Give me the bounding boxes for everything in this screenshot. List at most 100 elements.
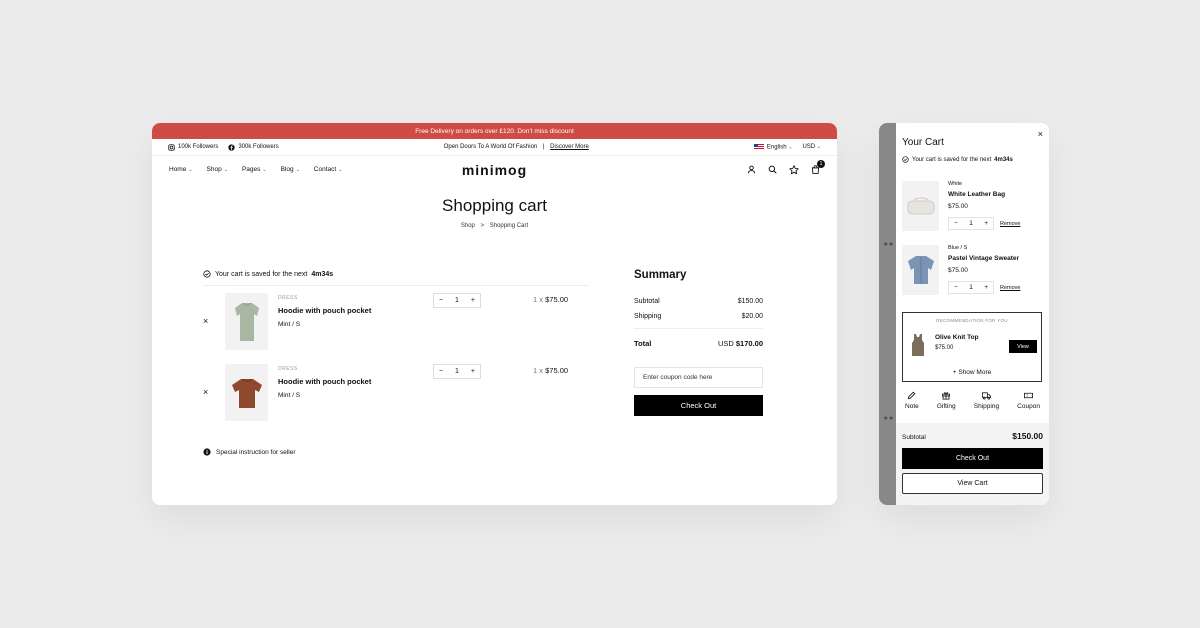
quantity-stepper[interactable]: − 1 + [948, 217, 994, 230]
product-name[interactable]: Hoodie with pouch pocket [278, 377, 371, 386]
product-image[interactable] [902, 181, 939, 231]
total-label: Total [634, 339, 652, 348]
drawer-subtotal-row: Subtotal $150.00 [902, 431, 1043, 441]
breadcrumb-separator: > [480, 223, 485, 229]
decrease-button[interactable]: − [439, 297, 443, 304]
remove-item-icon[interactable]: × [203, 387, 208, 397]
coupon-input[interactable]: Enter coupon code here [634, 367, 763, 388]
language-selector[interactable]: English ⌄ [753, 143, 792, 151]
drawer-checkout-button[interactable]: Check Out [902, 448, 1043, 469]
product-category: DRESS [278, 295, 298, 301]
drawer-title: Your Cart [902, 137, 944, 148]
increase-button[interactable]: + [984, 284, 988, 291]
facebook-link[interactable]: 300k Followers [228, 143, 279, 151]
breadcrumb-shop[interactable]: Shop [461, 223, 475, 229]
quantity-value: 1 [455, 297, 459, 304]
increase-button[interactable]: + [984, 220, 988, 227]
language-label: English [766, 144, 787, 151]
decrease-button[interactable]: − [954, 220, 958, 227]
instagram-link[interactable]: 100k Followers [168, 143, 218, 151]
product-image[interactable] [902, 245, 939, 295]
gifting-tool[interactable]: Gifting [937, 391, 956, 410]
nav-label: Contact [313, 166, 337, 173]
product-variant: White [948, 181, 963, 187]
remove-link[interactable]: Remove [1000, 285, 1020, 291]
subtotal-value: $150.00 [737, 298, 763, 305]
saved-text: Your cart is saved for the next [912, 156, 992, 163]
account-icon[interactable] [747, 165, 756, 174]
nav-item-home[interactable]: Home ⌄ [169, 166, 193, 173]
view-product-button[interactable]: View [1009, 340, 1037, 353]
unit-price: $75.00 [545, 366, 569, 375]
chevron-down-icon: ⌄ [223, 166, 228, 173]
main-nav: Home ⌄ Shop ⌄ Pages ⌄ Blog ⌄ Contact ⌄ minimo… [152, 156, 837, 183]
saved-timer: 4m34s [994, 156, 1013, 163]
check-circle-icon [902, 156, 909, 163]
decrease-button[interactable]: − [954, 284, 958, 291]
wishlist-star-icon[interactable] [789, 164, 799, 175]
increase-button[interactable]: + [471, 297, 475, 304]
recommended-product-price: $75.00 [935, 345, 954, 351]
page-title: Shopping cart [442, 196, 547, 215]
promo-bar[interactable]: Free Delivery on orders over £120. Don’t… [152, 123, 837, 139]
chevron-down-icon: ⌄ [295, 166, 300, 173]
product-name[interactable]: Pastel Vintage Sweater [948, 255, 1019, 262]
nav-item-contact[interactable]: Contact ⌄ [314, 166, 343, 173]
quantity-stepper[interactable]: − 1 + [433, 293, 481, 308]
cart-saved-notice: Your cart is saved for the next 4m34s [203, 270, 589, 286]
total-value: USD $170.00 [718, 339, 763, 348]
nav-label: Home [169, 166, 187, 173]
tool-label: Shipping [973, 403, 1000, 410]
check-circle-icon [203, 270, 211, 278]
breadcrumb: Shop > Shopping Cart [152, 223, 837, 229]
show-more-link[interactable]: + Show More [903, 369, 1041, 376]
page-overlay[interactable]: ★★ ★★ [879, 123, 896, 505]
product-category: DRESS [278, 366, 298, 372]
note-tool[interactable]: Note [905, 391, 919, 410]
cart-drawer-preview: ★★ ★★ × Your Cart Your cart is saved for… [879, 123, 1049, 505]
nav-item-blog[interactable]: Blog ⌄ [281, 166, 300, 173]
remove-link[interactable]: Remove [1000, 221, 1020, 227]
summary-title: Summary [634, 269, 687, 281]
cart-icon[interactable]: 1 [811, 160, 825, 174]
search-icon[interactable] [768, 165, 777, 174]
drawer-footer: Subtotal $150.00 Check Out View Cart [896, 423, 1049, 505]
quantity-stepper[interactable]: − 1 + [948, 281, 994, 294]
shipping-tool[interactable]: Shipping [974, 391, 999, 410]
product-image[interactable] [225, 364, 268, 421]
drawer-saved-notice: Your cart is saved for the next 4m34s [902, 156, 1013, 163]
special-instruction-toggle[interactable]: Special instruction for seller [203, 448, 295, 456]
tool-label: Coupon [1017, 403, 1040, 410]
quantity-value: 1 [455, 368, 459, 375]
checkout-button[interactable]: Check Out [634, 395, 763, 416]
subtotal-label: Subtotal [902, 434, 926, 441]
close-icon[interactable]: × [1038, 129, 1043, 139]
line-price: 1 x $75.00 [533, 366, 568, 375]
nav-item-pages[interactable]: Pages ⌄ [242, 166, 267, 173]
quantity-multiplier: 1 x [533, 366, 544, 375]
coupon-tool[interactable]: Coupon [1017, 391, 1040, 410]
logo[interactable]: minimog [462, 162, 527, 178]
saved-timer: 4m34s [311, 270, 334, 278]
quantity-multiplier: 1 x [533, 295, 544, 304]
quantity-stepper[interactable]: − 1 + [433, 364, 481, 379]
nav-label: Blog [280, 166, 294, 173]
view-cart-button[interactable]: View Cart [902, 473, 1043, 494]
product-name[interactable]: White Leather Bag [948, 191, 1005, 198]
topbar-message-text: Open Doors To A World Of Fashion [443, 144, 538, 150]
discover-more-link[interactable]: Discover More [550, 144, 589, 150]
currency-selector[interactable]: USD ⌄ [802, 144, 821, 150]
topbar-message: Open Doors To A World Of Fashion | Disco… [444, 144, 589, 150]
nav-item-shop[interactable]: Shop ⌄ [207, 166, 228, 173]
product-image[interactable] [910, 333, 926, 357]
recommended-product-name[interactable]: Olive Knit Top [935, 334, 979, 341]
cart-items: Your cart is saved for the next 4m34s × … [203, 270, 589, 435]
increase-button[interactable]: + [471, 368, 475, 375]
remove-item-icon[interactable]: × [203, 316, 208, 326]
gift-icon [941, 391, 951, 400]
currency-label: USD [802, 143, 816, 150]
decrease-button[interactable]: − [439, 368, 443, 375]
product-image[interactable] [225, 293, 268, 350]
cart-item: × DRESS Hoodie with pouch pocket Mint / … [203, 293, 589, 364]
product-name[interactable]: Hoodie with pouch pocket [278, 306, 371, 315]
